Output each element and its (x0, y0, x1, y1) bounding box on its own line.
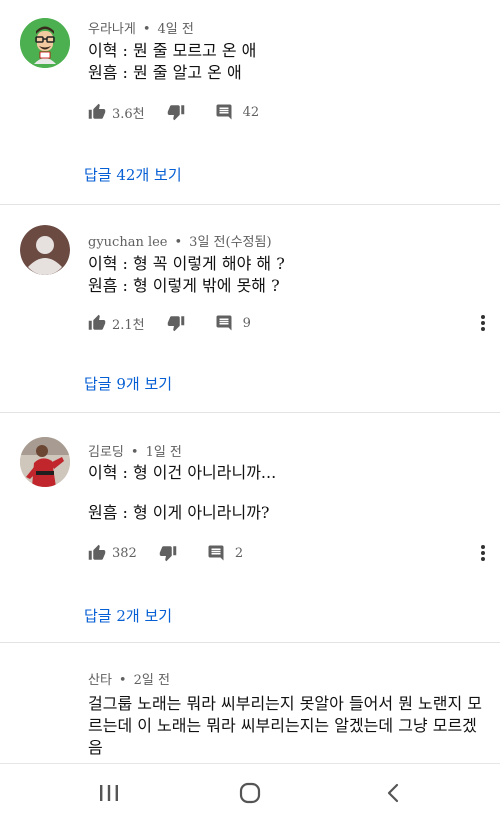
thumbs-up-icon (88, 103, 106, 119)
thumbs-down-icon (167, 316, 184, 332)
comment-time: 3일 전(수정됨) (189, 235, 272, 250)
view-replies-link[interactable]: 답글 9개 보기 (84, 373, 172, 394)
dislike-button[interactable] (167, 103, 185, 121)
reply-button[interactable]: 42 (215, 103, 260, 121)
separator-dot: • (142, 22, 151, 37)
home-button[interactable] (230, 778, 270, 808)
comment-author[interactable]: 김로딩 (88, 445, 124, 460)
view-replies-link[interactable]: 답글 2개 보기 (84, 605, 172, 626)
default-avatar-icon (20, 225, 70, 275)
comment-meta: 김로딩 • 1일 전 (88, 441, 182, 460)
comment-author[interactable]: 산타 (88, 673, 112, 688)
comment-meta: gyuchan lee • 3일 전(수정됨) (88, 231, 272, 250)
separator-dot: • (118, 673, 127, 688)
comment-meta: 산타 • 2일 전 (88, 669, 170, 688)
thumbs-down-icon (159, 546, 177, 562)
like-button[interactable]: 3.6천 (88, 103, 145, 122)
reply-count: 2 (234, 545, 244, 561)
comment-text: 걸그룹 노래는 뭐라 씨부리는지 못알아 들어서 뭔 노랜지 모르는데 이 노래… (88, 694, 482, 757)
reply-count: 42 (242, 104, 260, 120)
comment-text: 이혁 : 뭔 줄 모르고 온 애 원흠 : 뭔 줄 알고 온 애 (88, 41, 257, 82)
recent-apps-button[interactable] (89, 778, 129, 808)
back-button[interactable] (374, 778, 414, 808)
comment-card: 우라나게 • 4일 전 이혁 : 뭔 줄 모르고 온 애 원흠 : 뭔 줄 알고 온… (0, 0, 500, 205)
home-icon (239, 782, 261, 804)
like-count: 3.6천 (112, 106, 145, 122)
comment-icon (216, 104, 232, 120)
comment-icon (208, 545, 224, 561)
thumbs-up-icon (88, 544, 106, 560)
comment-text: 이혁 : 형 이건 아니라니까... 원흠 : 형 이게 아니라니까? (88, 463, 277, 522)
thumbs-up-icon (88, 314, 106, 330)
view-replies-link[interactable]: 답글 42개 보기 (84, 164, 182, 185)
like-count: 382 (112, 545, 137, 561)
system-navigation-bar (0, 763, 500, 821)
comment-time: 2일 전 (133, 673, 170, 688)
like-button[interactable]: 382 (88, 544, 137, 562)
recent-apps-icon (100, 785, 118, 801)
comment-actions: 3.6천 42 (88, 100, 259, 124)
reply-button[interactable]: 2 (207, 544, 243, 562)
comment-actions: 382 2 (88, 541, 243, 565)
dislike-button[interactable] (167, 314, 185, 332)
avatar[interactable] (20, 225, 70, 275)
back-chevron-icon (387, 783, 399, 803)
comment-card: gyuchan lee • 3일 전(수정됨) 이혁 : 형 꼭 이렇게 해야 해 … (0, 205, 500, 413)
more-options-icon[interactable] (478, 541, 488, 565)
comment-icon (216, 315, 232, 331)
cartoon-avatar-icon (20, 18, 70, 68)
comment-author[interactable]: gyuchan lee (88, 235, 168, 250)
like-count: 2.1천 (112, 317, 145, 333)
more-options-icon[interactable] (478, 311, 488, 335)
comment-card: 산타 • 2일 전 걸그룹 노래는 뭐라 씨부리는지 못알아 들어서 뭔 노랜지 모… (0, 643, 500, 763)
comment-meta: 우라나게 • 4일 전 (88, 18, 194, 37)
like-button[interactable]: 2.1천 (88, 314, 145, 333)
comment-actions: 2.1천 9 (88, 311, 251, 335)
comment-time: 4일 전 (157, 22, 194, 37)
separator-dot: • (130, 445, 139, 460)
reply-button[interactable]: 9 (215, 314, 251, 332)
avatar[interactable] (20, 18, 70, 68)
comment-author[interactable]: 우라나게 (88, 22, 136, 37)
comment-text: 이혁 : 형 꼭 이렇게 해야 해 ? 원흠 : 형 이렇게 밖에 못해 ? (88, 254, 285, 295)
comment-card: 김로딩 • 1일 전 이혁 : 형 이건 아니라니까... 원흠 : 형 이게 아니… (0, 413, 500, 643)
comment-time: 1일 전 (145, 445, 182, 460)
avatar[interactable] (20, 437, 70, 487)
photo-avatar-icon (20, 437, 70, 487)
reply-count: 9 (242, 315, 251, 331)
dislike-button[interactable] (159, 544, 177, 562)
thumbs-down-icon (167, 105, 184, 121)
separator-dot: • (174, 235, 183, 250)
